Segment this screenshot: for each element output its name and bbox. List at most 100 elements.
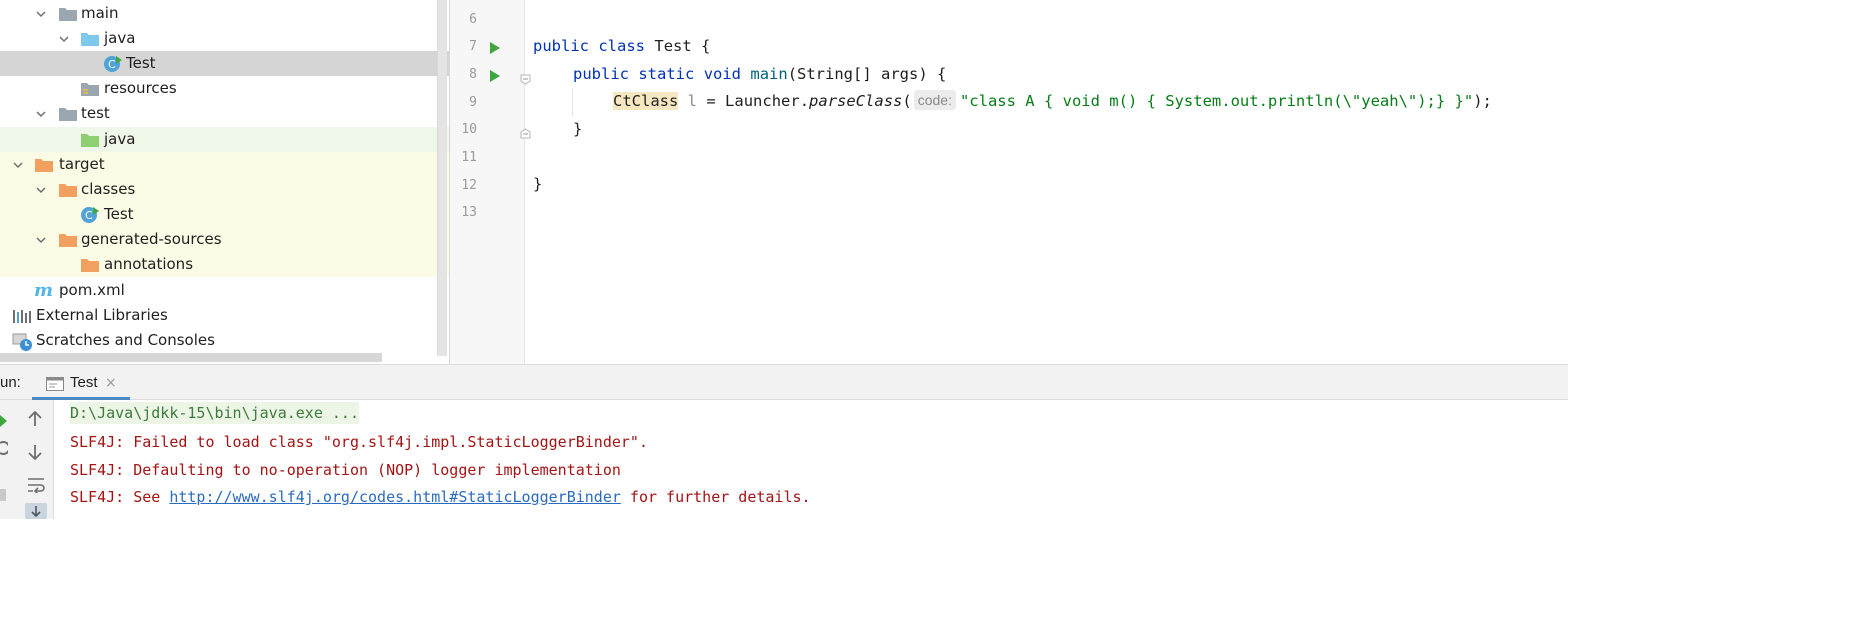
code-line-10: }	[573, 116, 582, 143]
tree-item-label: java	[104, 29, 136, 47]
paren-close: );	[1473, 92, 1492, 110]
chevron-down-icon[interactable]	[35, 184, 47, 196]
brace: }	[573, 120, 583, 138]
code-editor[interactable]: public class Test { public static void m…	[533, 0, 1568, 364]
tree-item-label: Test	[126, 54, 156, 72]
console-line-error: SLF4J: Failed to load class "org.slf4j.i…	[70, 433, 648, 451]
tree-item-label: classes	[81, 180, 136, 198]
svg-text:C: C	[108, 58, 116, 71]
variable-name: l	[687, 92, 698, 110]
folder-green-test-icon	[80, 131, 100, 149]
string-literal: "class A { void m() { System.out.println…	[959, 92, 1474, 110]
line-number: 13	[461, 205, 477, 220]
code-line-9: CtClass l = Launcher.parseClass(code: "cl…	[613, 88, 1492, 115]
chevron-down-icon[interactable]	[12, 159, 24, 171]
tree-item-label: annotations	[104, 255, 194, 273]
tree-item-scratches[interactable]: Scratches and Consoles	[0, 328, 450, 353]
run-class-icon[interactable]	[489, 40, 501, 54]
chevron-down-icon[interactable]	[35, 234, 47, 246]
brace: }	[533, 175, 543, 193]
run-panel-header: un: Test ×	[0, 364, 1568, 400]
close-tab-icon[interactable]: ×	[105, 375, 117, 391]
arrow-down-icon[interactable]	[27, 443, 43, 465]
tree-vertical-scrollbar[interactable]	[437, 0, 447, 356]
tree-item-label: pom.xml	[59, 281, 125, 299]
tree-item-main[interactable]: main	[0, 1, 450, 26]
tree-horizontal-scrollbar[interactable]	[0, 353, 382, 362]
chevron-down-icon[interactable]	[58, 33, 70, 45]
scroll-to-end-icon[interactable]	[25, 503, 47, 523]
folder-gray-icon	[58, 105, 78, 123]
tree-item-test-folder[interactable]: test	[0, 101, 450, 126]
keyword: public	[573, 65, 629, 83]
folder-orange-icon	[58, 231, 78, 249]
tree-item-target[interactable]: target	[0, 152, 450, 177]
tree-item-pom[interactable]: m pom.xml	[0, 278, 450, 303]
folder-blue-source-icon	[80, 30, 100, 48]
rerun-icon[interactable]	[0, 412, 8, 431]
line-number: 8	[469, 67, 477, 82]
tree-item-label: Scratches and Consoles	[36, 331, 215, 349]
tree-item-resources[interactable]: resources	[0, 76, 450, 101]
paren-open: (	[902, 92, 912, 110]
tree-item-label: generated-sources	[81, 230, 222, 248]
tree-item-external-libraries[interactable]: External Libraries	[0, 303, 450, 328]
fold-marker-icon[interactable]	[520, 124, 531, 139]
tree-item-label: java	[104, 130, 136, 148]
line-number: 9	[469, 95, 477, 110]
tree-item-test-class[interactable]: C Test	[0, 51, 450, 76]
operator: =	[706, 92, 716, 110]
line-number: 6	[469, 12, 477, 27]
tree-item-label: test	[81, 104, 110, 122]
line-number: 7	[469, 39, 477, 54]
code-line-7: public class Test {	[533, 33, 710, 60]
console-link[interactable]: http://www.slf4j.org/codes.html#StaticLo…	[169, 488, 621, 506]
console-line-command: D:\Java\jdkk-15\bin\java.exe ...	[70, 402, 359, 424]
method-call: parseClass	[809, 92, 903, 110]
java-class-icon: C	[103, 54, 123, 72]
type-name: CtClass	[613, 92, 679, 110]
tree-item-label: External Libraries	[36, 306, 168, 324]
console-text: for further details.	[620, 488, 811, 506]
arrow-up-icon[interactable]	[27, 410, 43, 432]
keyword: class	[598, 37, 646, 55]
console-toolbar	[0, 400, 54, 519]
chevron-down-icon[interactable]	[35, 8, 47, 20]
line-number: 10	[461, 122, 477, 137]
keyword: void	[703, 65, 742, 83]
tree-item-java-test[interactable]: java	[0, 127, 450, 152]
folder-resources-icon	[80, 80, 100, 98]
tree-item-java-source[interactable]: java	[0, 26, 450, 51]
line-number: 11	[461, 150, 477, 165]
console-line-error: SLF4J: Defaulting to no-operation (NOP) …	[70, 461, 621, 479]
tree-item-label: resources	[104, 79, 177, 97]
run-panel-title: un:	[0, 374, 21, 391]
code-line-12: }	[533, 171, 542, 198]
folder-gray-icon	[58, 5, 78, 23]
svg-text:m: m	[34, 280, 53, 300]
tree-item-classes[interactable]: classes	[0, 177, 450, 202]
fold-marker-icon[interactable]	[520, 70, 531, 85]
run-method-icon[interactable]	[489, 68, 501, 82]
tree-item-generated-sources[interactable]: generated-sources	[0, 227, 450, 252]
class-name: Test	[654, 37, 692, 55]
brace: {	[701, 37, 711, 55]
code-line-8: public static void main(String[] args) {	[573, 61, 946, 88]
tree-item-label: Test	[104, 205, 134, 223]
svg-text:C: C	[85, 209, 93, 222]
tree-item-annotations[interactable]: annotations	[0, 252, 450, 277]
tab-label: Test	[70, 374, 98, 391]
soft-wrap-icon[interactable]	[27, 477, 45, 497]
console-output[interactable]: D:\Java\jdkk-15\bin\java.exe ... SLF4J: …	[55, 400, 1568, 519]
console-icon	[46, 376, 64, 395]
modify-run-icon[interactable]	[0, 440, 11, 459]
project-tree: main java C Test resources test java tar…	[0, 0, 450, 364]
console-line-error: SLF4J: See http://www.slf4j.org/codes.ht…	[70, 488, 811, 506]
tree-item-test-compiled[interactable]: C Test	[0, 202, 450, 227]
stop-icon[interactable]	[0, 486, 6, 505]
parameter-hint: code:	[913, 90, 956, 110]
console-text: SLF4J: See	[70, 488, 170, 506]
tree-item-label: main	[81, 4, 119, 22]
chevron-down-icon[interactable]	[35, 108, 47, 120]
line-number: 12	[461, 178, 477, 193]
